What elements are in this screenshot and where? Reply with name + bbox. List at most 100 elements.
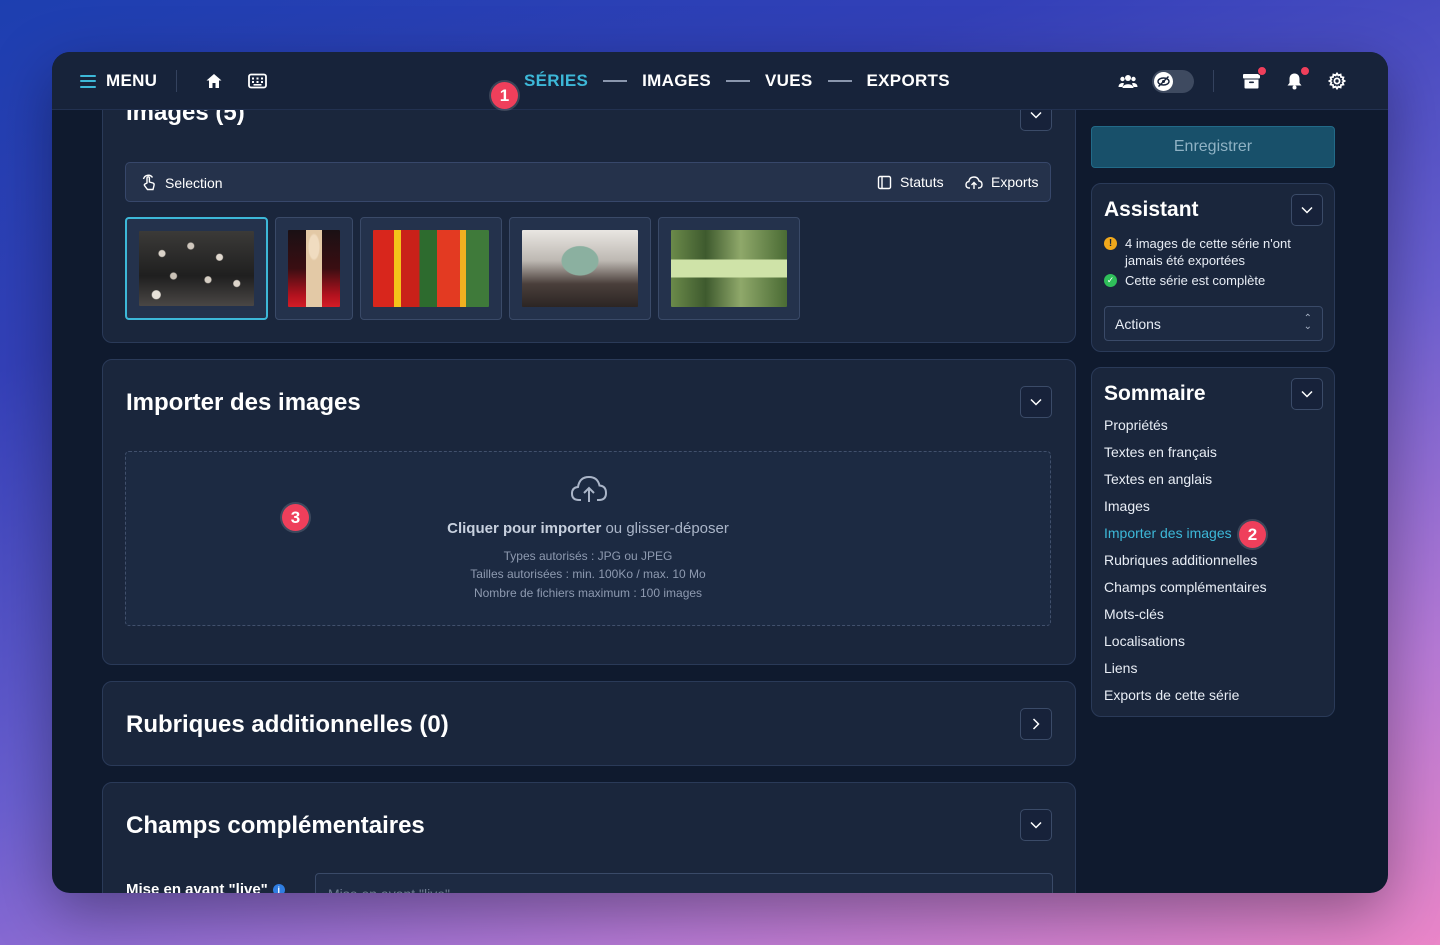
assistant-panel: Assistant ! 4 images de cette série n'on… [1091,183,1335,352]
collapse-import-button[interactable] [1020,386,1052,418]
sommaire-title: Sommaire [1104,382,1206,405]
upload-types: Types autorisés : JPG ou JPEG [503,549,673,563]
step-vues[interactable]: VUES [765,71,813,91]
app-window: MENU SÉRIES IMAGES VUES EXPORTS 1 Images… [52,52,1388,893]
upload-cta-bold[interactable]: Cliquer pour importer [447,520,601,537]
divider [176,70,177,92]
thumbnail-protest[interactable] [658,217,800,320]
book-icon [877,175,892,189]
selection-button[interactable]: Selection [141,174,223,191]
step-connector [603,80,628,82]
step-series[interactable]: SÉRIES [524,71,588,91]
divider [1213,70,1214,92]
rubriques-section-title: Rubriques additionnelles (0) [126,711,449,738]
thumbnail-firefighters[interactable] [360,217,502,320]
upload-dropzone[interactable]: Cliquer pour importer ou glisser-déposer… [125,451,1051,626]
live-field-label-text: Mise en avant "live" [126,881,268,893]
upload-max-files: Nombre de fichiers maximum : 100 images [473,586,703,600]
gear-icon[interactable] [1327,71,1347,93]
assistant-title: Assistant [1104,198,1199,221]
toc-exports[interactable]: Exports de cette série [1104,682,1267,709]
toc-textes-fr[interactable]: Textes en français [1104,439,1267,466]
step-exports[interactable]: EXPORTS [867,71,950,91]
collapse-sommaire-button[interactable] [1291,378,1323,410]
check-circle-icon: ✓ [1104,274,1117,287]
crowd-photo [139,231,254,306]
upload-sizes: Tailles autorisées : min. 100Ko / max. 1… [470,567,706,581]
champs-section-title: Champs complémentaires [126,812,425,839]
live-field-input[interactable]: Mise en avant "live" [315,873,1053,893]
table-of-contents: Propriétés Textes en français Textes en … [1104,412,1267,709]
warning-icon: ! [1104,237,1117,250]
collapse-champs-button[interactable] [1020,809,1052,841]
actions-select-value: Actions [1115,316,1161,332]
keyboard-icon[interactable] [248,73,267,92]
exports-button[interactable]: Exports [965,174,1038,190]
toc-proprietes[interactable]: Propriétés [1104,412,1267,439]
step-connector [726,80,751,82]
step-images[interactable]: IMAGES [642,71,711,91]
toc-localisations[interactable]: Localisations [1104,628,1267,655]
chevron-down-icon [1301,206,1313,214]
assistant-warning-text: 4 images de cette série n'ont jamais été… [1125,236,1291,268]
images-toolbar: Selection Statuts Exports [125,162,1051,202]
statuts-label: Statuts [900,174,944,190]
touch-select-icon [142,174,155,191]
menu-button[interactable]: MENU [80,71,157,91]
sommaire-panel: Sommaire Propriétés Textes en français T… [1091,367,1335,717]
menu-label: MENU [106,71,158,90]
archive-icon[interactable] [1242,72,1261,93]
cloud-upload-icon [965,175,983,189]
live-field-label: Mise en avant "live" i [126,881,285,893]
step-connector [827,80,852,82]
eye-off-icon [1154,72,1173,91]
assistant-warning: ! 4 images de cette série n'ont jamais é… [1104,235,1324,269]
hamburger-icon [80,74,96,88]
archive-notification-dot [1257,66,1267,76]
bell-notification-dot [1300,66,1310,76]
import-section-title: Importer des images [126,389,361,416]
visibility-toggle[interactable] [1152,70,1194,93]
thumbnail-concert[interactable] [509,217,651,320]
thumbnail-red-carpet[interactable] [275,217,353,320]
users-icon[interactable] [1118,73,1138,92]
thumbnail-crowd[interactable] [125,217,268,320]
cloud-upload-icon [570,474,608,509]
assistant-success-text: Cette série est complète [1125,273,1266,288]
save-button[interactable]: Enregistrer [1091,126,1335,168]
callout-3: 3 [282,504,309,531]
champs-section: Champs complémentaires Mise en avant "li… [102,782,1076,893]
chevron-down-icon [1030,111,1042,119]
toc-champs[interactable]: Champs complémentaires [1104,574,1267,601]
callout-1: 1 [491,82,518,109]
bell-icon[interactable] [1286,72,1303,93]
select-arrows-icon: ⌃ ⌄ [1303,313,1312,332]
upload-cta-rest: ou glisser-déposer [601,520,729,537]
home-icon[interactable] [205,72,223,93]
toc-textes-en[interactable]: Textes en anglais [1104,466,1267,493]
chevron-right-icon [1032,718,1040,730]
protest-banner-photo [671,230,787,307]
expand-rubriques-button[interactable] [1020,708,1052,740]
upload-cta: Cliquer pour importer ou glisser-déposer [126,520,1050,537]
chevron-down-icon [1030,821,1042,829]
assistant-success: ✓ Cette série est complète [1104,273,1265,288]
firefighters-photo [373,230,489,307]
chevron-down-icon [1301,390,1313,398]
rubriques-section: Rubriques additionnelles (0) [102,681,1076,766]
toc-mots-cles[interactable]: Mots-clés [1104,601,1267,628]
chevron-down-icon [1030,398,1042,406]
top-bar: MENU SÉRIES IMAGES VUES EXPORTS [52,52,1388,110]
actions-select[interactable]: Actions ⌃ ⌄ [1104,306,1323,341]
callout-2: 2 [1239,521,1266,548]
toc-images[interactable]: Images [1104,493,1267,520]
info-icon[interactable]: i [272,883,285,893]
red-carpet-photo [288,230,340,307]
workflow-steps: SÉRIES IMAGES VUES EXPORTS [524,71,950,91]
exports-label: Exports [991,174,1039,190]
collapse-assistant-button[interactable] [1291,194,1323,226]
selection-label: Selection [165,174,223,191]
toc-rubriques[interactable]: Rubriques additionnelles [1104,547,1267,574]
toc-liens[interactable]: Liens [1104,655,1267,682]
statuts-button[interactable]: Statuts [877,174,944,190]
